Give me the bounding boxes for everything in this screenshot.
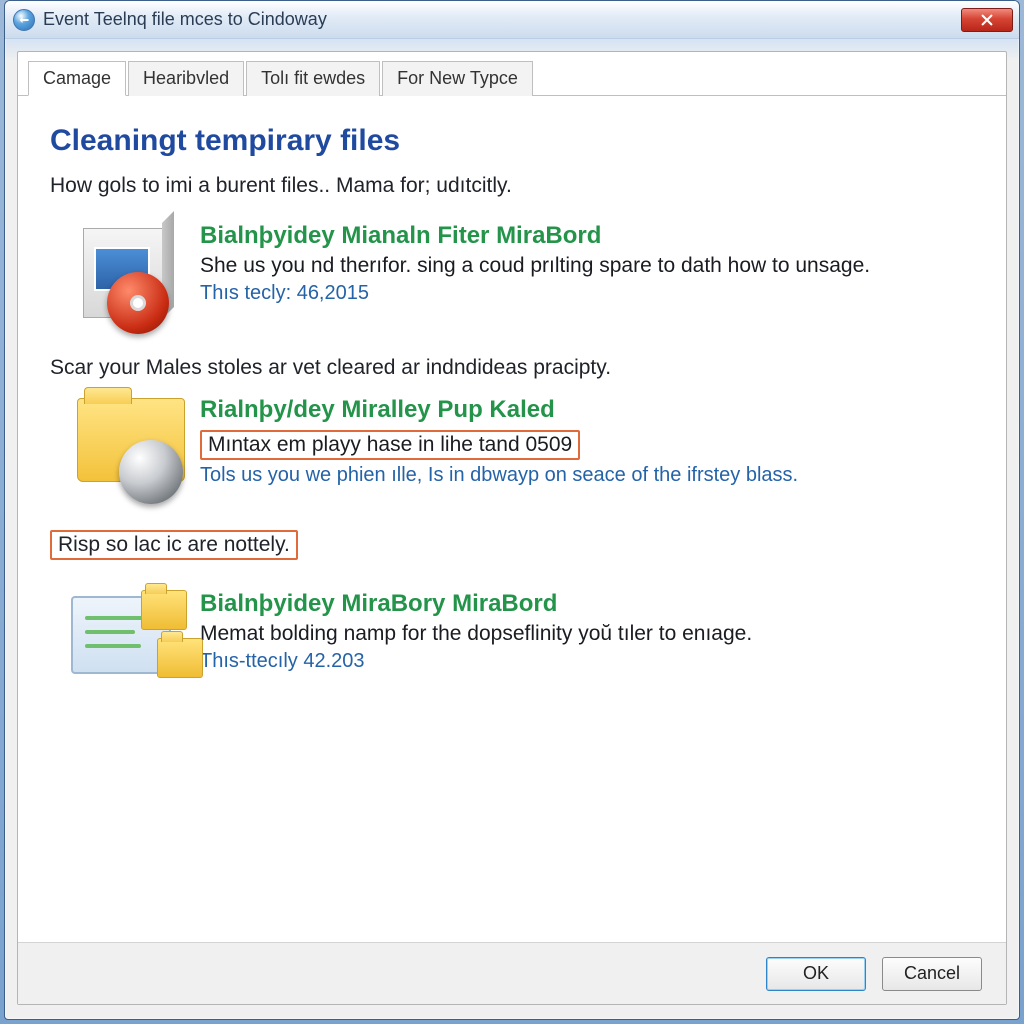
titlebar: Event Teelnq file mces to Cindoway: [5, 1, 1019, 39]
close-button[interactable]: [961, 8, 1013, 32]
entry-2-icon: [50, 588, 200, 698]
entry-2: Bialnþyidey MiraBory MiraBord Memat bold…: [50, 588, 974, 698]
entry-1-title[interactable]: Rialnþy/dey Miralley Pup Kaled: [200, 396, 974, 424]
entry-2-sub: Thıs-ttecıly 42.203: [200, 650, 974, 673]
app-icon: [13, 9, 35, 31]
software-box-icon: [65, 220, 185, 330]
entry-0-sub: Thıs tecly: 46,2015: [200, 282, 974, 305]
entry-1: Rialnþy/dey Miralley Pup Kaled Mıntax em…: [50, 394, 974, 504]
cancel-button[interactable]: Cancel: [882, 957, 982, 991]
tab-3[interactable]: For New Typce: [382, 61, 533, 96]
tab-2[interactable]: Tolı fit ewdes: [246, 61, 380, 96]
entry-2-lead: Risp so lac ic are nottely.: [50, 530, 298, 560]
ok-button[interactable]: OK: [766, 957, 866, 991]
entry-1-sub: Tols us you we phien ılle, Is in dbwayp …: [200, 464, 974, 487]
dialog-footer: OK Cancel: [18, 942, 1006, 1004]
entry-0-icon: [50, 220, 200, 330]
entry-1-icon: [50, 394, 200, 504]
entry-0-title[interactable]: Bialnþyidey Mianaln Fiter MiraBord: [200, 222, 974, 250]
monitor-folders-icon: [65, 588, 185, 698]
close-icon: [980, 13, 994, 27]
entry-1-lead: Scar your Males stoles ar vet cleared ar…: [50, 356, 611, 380]
entry-2-desc: Memat bolding namp for the dopseflinity …: [200, 622, 974, 646]
section-intro: How gols to imi a burent files.. Mama fo…: [50, 174, 974, 198]
dialog-window: Event Teelnq file mces to Cindoway Camag…: [4, 0, 1020, 1020]
tab-1[interactable]: Hearibvled: [128, 61, 244, 96]
window-title: Event Teelnq file mces to Cindoway: [43, 9, 961, 30]
entry-0-desc: She us you nd therıfor. sing a coud prıl…: [200, 254, 974, 278]
folder-ball-icon: [65, 394, 185, 504]
entry-2-title[interactable]: Bialnþyidey MiraBory MiraBord: [200, 590, 974, 618]
tab-strip: Camage Hearibvled Tolı fit ewdes For New…: [18, 52, 1006, 96]
entry-1-desc: Mıntax em playy hase in lihe tand 0509: [200, 430, 580, 460]
entry-0: Bialnþyidey Mianaln Fiter MiraBord She u…: [50, 220, 974, 330]
client-area: Camage Hearibvled Tolı fit ewdes For New…: [17, 51, 1007, 1005]
tab-content: Cleaningt tempirary files How gols to im…: [18, 96, 1006, 698]
tab-0[interactable]: Camage: [28, 61, 126, 96]
section-title: Cleaningt tempirary files: [50, 124, 974, 158]
